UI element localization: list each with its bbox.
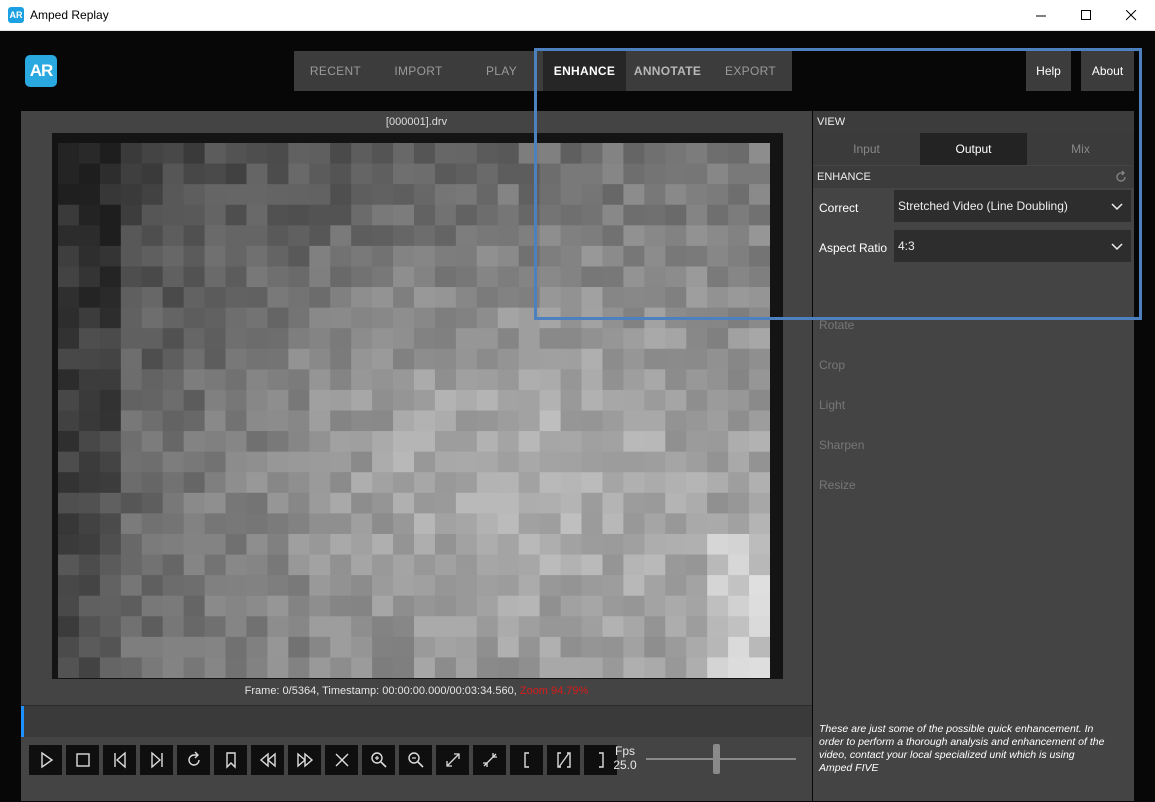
enhance-header-label: ENHANCE	[817, 171, 871, 183]
aspect-ratio-row: Aspect Ratio 4:3	[813, 230, 1134, 266]
aspect-ratio-label: Aspect Ratio	[819, 241, 888, 255]
bookmark-icon	[225, 752, 236, 769]
view-tab-mix[interactable]: Mix	[1027, 133, 1134, 165]
clear-marks-button[interactable]	[547, 745, 580, 775]
fps-slider-thumb[interactable]	[713, 744, 720, 774]
video-filename: [000001].drv	[385, 116, 448, 128]
enhance-header: ENHANCE	[813, 166, 1134, 188]
zoom-in-button[interactable]	[362, 745, 395, 775]
correct-label: Correct	[819, 201, 859, 215]
aspect-ratio-select[interactable]: 4:3	[894, 230, 1131, 262]
zoom-out-icon	[407, 752, 424, 768]
frame-timestamp: Frame: 0/5364, Timestamp: 00:00:00.000/0…	[244, 685, 517, 697]
play-button[interactable]	[29, 745, 62, 775]
tab-recent[interactable]: RECENT	[294, 51, 377, 91]
fps-label: Fps	[614, 744, 635, 758]
filter-row-sharpen[interactable]: Sharpen	[813, 427, 1134, 463]
close-icon	[1125, 10, 1136, 21]
tab-enhance[interactable]: ENHANCE	[543, 51, 626, 91]
tab-export[interactable]: EXPORT	[709, 51, 792, 91]
step-forward-icon	[150, 751, 163, 769]
enhance-panel: VIEW Input Output Mix ENHANCE Correct Stre…	[813, 111, 1134, 801]
step-back-icon	[113, 751, 126, 769]
tab-play[interactable]: PLAY	[460, 51, 543, 91]
reset-icon[interactable]	[1114, 170, 1128, 184]
aspect-ratio-value: 4:3	[898, 239, 915, 253]
rewind-button[interactable]	[251, 745, 284, 775]
fast-forward-button[interactable]	[288, 745, 321, 775]
play-icon	[40, 751, 53, 769]
loop-icon	[187, 751, 200, 766]
filter-label: Sharpen	[819, 438, 865, 452]
view-tabs: Input Output Mix	[813, 133, 1134, 165]
video-viewport[interactable]	[52, 133, 783, 679]
maximize-icon	[1080, 10, 1091, 20]
view-tab-input[interactable]: Input	[813, 133, 920, 165]
filter-row-crop[interactable]: Crop	[813, 347, 1134, 383]
app-logo: AR	[25, 55, 57, 87]
chevron-down-icon	[1111, 243, 1123, 251]
help-button[interactable]: Help	[1026, 51, 1071, 91]
app-icon: AR	[8, 7, 24, 23]
close-window-button[interactable]	[1108, 0, 1154, 31]
maximize-button[interactable]	[1063, 0, 1109, 31]
view-header: VIEW	[813, 111, 1134, 133]
expand-icon	[445, 753, 460, 767]
filter-label: Resize	[819, 478, 856, 492]
minimize-icon	[1035, 15, 1046, 17]
window-titlebar: AR Amped Replay	[0, 0, 1155, 31]
close-icon	[335, 753, 348, 767]
shrink-icon	[482, 753, 497, 767]
stop-button[interactable]	[66, 745, 99, 775]
filter-row-resize[interactable]: Resize	[813, 467, 1134, 503]
minimize-button[interactable]	[1018, 0, 1064, 31]
stop-icon	[75, 753, 90, 767]
fps-value: 25.0	[613, 758, 637, 772]
app-body: AR RECENT IMPORT PLAY ENHANCE ANNOTATE EXPORT…	[0, 31, 1155, 802]
about-button[interactable]: About	[1081, 51, 1134, 91]
mark-in-icon	[523, 752, 529, 768]
playback-controls: Fps 25.0	[21, 737, 812, 801]
close-button[interactable]	[325, 745, 358, 775]
shrink-button[interactable]	[473, 745, 506, 775]
timeline-cursor[interactable]	[21, 706, 24, 738]
timeline-bar[interactable]	[21, 705, 812, 738]
correct-row: Correct Stretched Video (Line Doubling)	[813, 190, 1134, 226]
filter-label: Crop	[819, 358, 846, 372]
loop-button[interactable]	[177, 745, 210, 775]
fps-slider-track[interactable]	[646, 758, 796, 760]
view-tab-output[interactable]: Output	[920, 133, 1027, 165]
filter-label: Light	[819, 398, 846, 412]
expand-button[interactable]	[436, 745, 469, 775]
correct-value: Stretched Video (Line Doubling)	[898, 199, 1068, 213]
chevron-down-icon	[1111, 203, 1123, 211]
fps-display: Fps 25.0	[605, 744, 645, 772]
rewind-icon	[259, 752, 276, 768]
step-back-button[interactable]	[103, 745, 136, 775]
filter-row-light[interactable]: Light	[813, 387, 1134, 423]
filter-row-rotate[interactable]: Rotate	[813, 307, 1134, 343]
step-forward-button[interactable]	[140, 745, 173, 775]
fast-forward-icon	[296, 752, 313, 768]
zoom-level: Zoom 94.79%	[519, 685, 589, 697]
tab-annotate[interactable]: ANNOTATE	[626, 51, 709, 91]
zoom-in-icon	[370, 752, 387, 768]
main-navigation: RECENT IMPORT PLAY ENHANCE ANNOTATE EXPORT	[294, 51, 792, 91]
correct-select[interactable]: Stretched Video (Line Doubling)	[894, 190, 1131, 222]
clear-marks-icon	[556, 752, 571, 768]
tab-import[interactable]: IMPORT	[377, 51, 460, 91]
footnote-text: These are just some of the possible quic…	[819, 723, 1105, 774]
mark-in-button[interactable]	[510, 745, 543, 775]
frame-info: Frame: 0/5364, Timestamp: 00:00:00.000/0…	[21, 685, 812, 697]
control-buttons	[29, 745, 617, 775]
filter-label: Rotate	[819, 318, 855, 332]
zoom-out-button[interactable]	[399, 745, 432, 775]
video-panel: [000001].drv Frame: 0/5364, Timestamp: 0…	[21, 111, 812, 705]
bookmark-button[interactable]	[214, 745, 247, 775]
video-frame-image	[58, 143, 770, 678]
window-title: Amped Replay	[30, 8, 109, 22]
